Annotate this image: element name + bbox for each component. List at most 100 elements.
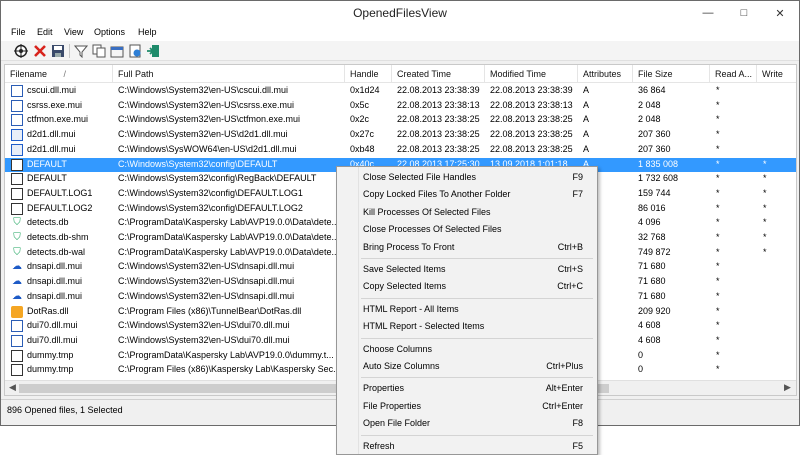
cell-created-time: 22.08.2013 23:38:39 — [397, 85, 480, 95]
properties-icon[interactable] — [109, 43, 125, 59]
filter-icon[interactable] — [73, 43, 89, 59]
cell-filename: dnsapi.dll.mui — [27, 276, 83, 287]
window-title: OpenedFilesView — [353, 6, 447, 20]
context-menu-item[interactable]: Copy Locked Files To Another Folder F7 — [337, 186, 597, 203]
save-icon[interactable] — [50, 43, 66, 59]
column-handle[interactable]: Handle — [345, 65, 392, 83]
menu-item-label: Properties — [363, 383, 405, 394]
cell-filename: dummy.tmp — [27, 349, 74, 360]
cell-file-size: 1 835 008 — [638, 158, 679, 169]
menu-bar: File Edit View Options Help — [1, 25, 799, 41]
scroll-right-icon[interactable]: ▶ — [784, 382, 791, 393]
cell-write-access: * — [763, 202, 767, 213]
context-menu-item[interactable]: Auto Size Columns Ctrl+Plus — [337, 358, 597, 375]
title-bar: OpenedFilesView — □ ✕ — [1, 1, 799, 25]
cell-handle: 0x2c — [350, 114, 370, 125]
context-menu-item[interactable]: Copy Selected Items Ctrl+C — [337, 278, 597, 295]
context-menu-item[interactable]: Close Processes Of Selected Files — [337, 221, 597, 238]
cell-file-size: 71 680 — [638, 261, 666, 272]
copy-icon[interactable] — [91, 43, 107, 59]
cell-write-access: * — [763, 246, 767, 257]
maximize-button[interactable]: □ — [727, 1, 761, 25]
cell-full-path: C:\Windows\System32\config\DEFAULT.LOG1 — [118, 187, 303, 198]
cell-attributes: A — [583, 129, 590, 140]
cell-modified-time: 22.08.2013 23:38:25 — [490, 143, 573, 154]
menu-options[interactable]: Options — [94, 27, 125, 37]
context-menu-item[interactable]: File Properties Ctrl+Enter — [337, 398, 597, 415]
context-menu-item[interactable]: Properties Alt+Enter — [337, 380, 597, 397]
cell-read-access: * — [716, 99, 720, 110]
menu-separator — [361, 337, 593, 339]
close-handles-icon[interactable] — [32, 43, 48, 59]
menu-separator — [361, 377, 593, 379]
cell-filename: DEFAULT.LOG1 — [27, 187, 93, 198]
context-menu-item[interactable]: Close Selected File Handles F9 — [337, 169, 597, 186]
table-row[interactable]: ctfmon.exe.mui C:\Windows\System32\en-US\… — [5, 113, 796, 128]
context-menu-item[interactable]: Bring Process To Front Ctrl+B — [337, 239, 597, 256]
context-menu-item[interactable]: HTML Report - Selected Items — [337, 318, 597, 335]
cell-handle: 0xb48 — [350, 143, 375, 154]
column-created-time[interactable]: Created Time — [392, 65, 485, 83]
toolbar — [1, 41, 799, 61]
cell-full-path: C:\Windows\System32\en-US\dnsapi.dll.mui — [118, 261, 295, 272]
cell-file-size: 159 744 — [638, 187, 671, 198]
cell-read-access: * — [716, 202, 720, 213]
exit-icon[interactable] — [145, 43, 161, 59]
menu-item-shortcut: Alt+Enter — [545, 383, 583, 394]
cell-filename: detects.db-shm — [27, 232, 89, 242]
column-write-access[interactable]: Write — [757, 65, 796, 83]
cell-read-access: * — [716, 305, 720, 316]
cell-filename: dummy.tmp — [27, 364, 74, 375]
html-report-icon[interactable] — [127, 43, 143, 59]
context-menu-item[interactable]: Kill Processes Of Selected Files — [337, 204, 597, 221]
cell-full-path: C:\Windows\System32\config\DEFAULT.LOG2 — [118, 202, 303, 213]
menu-item-shortcut: Ctrl+C — [557, 281, 583, 292]
cell-file-size: 4 608 — [638, 320, 661, 331]
cell-read-access: * — [716, 143, 720, 154]
column-read-access[interactable]: Read A... — [710, 65, 757, 83]
menu-file[interactable]: File — [11, 27, 26, 37]
bear-file-icon — [11, 305, 23, 318]
cell-filename: ctfmon.exe.mui — [27, 114, 89, 125]
dll-file-icon — [11, 143, 23, 156]
cell-full-path: C:\ProgramData\Kaspersky Lab\AVP19.0.0\D… — [118, 246, 339, 257]
cell-file-size: 209 920 — [638, 305, 671, 316]
context-menu-item[interactable]: HTML Report - All Items — [337, 301, 597, 318]
context-menu-item[interactable]: Refresh F5 — [337, 438, 597, 455]
table-row[interactable]: csrss.exe.mui C:\Windows\System32\en-US\c… — [5, 99, 796, 114]
menu-edit[interactable]: Edit — [37, 27, 53, 37]
table-row[interactable]: d2d1.dll.mui C:\Windows\SysWOW64\en-US\d2… — [5, 143, 796, 158]
context-menu-item[interactable]: Choose Columns — [337, 341, 597, 358]
context-menu-item[interactable]: Save Selected Items Ctrl+S — [337, 261, 597, 278]
cell-full-path: C:\Windows\System32\en-US\dnsapi.dll.mui — [118, 276, 295, 287]
cell-filename: d2d1.dll.mui — [27, 143, 76, 154]
cell-full-path: C:\Windows\System32\en-US\ctfmon.exe.mui — [118, 114, 301, 125]
cell-filename: DEFAULT — [27, 173, 67, 184]
target-icon[interactable] — [13, 43, 29, 59]
cell-attributes: A — [583, 99, 590, 110]
table-row[interactable]: cscui.dll.mui C:\Windows\System32\en-US\c… — [5, 84, 796, 99]
cell-full-path: C:\ProgramData\Kaspersky Lab\AVP19.0.0\D… — [118, 217, 339, 228]
cell-full-path: C:\Windows\System32\en-US\cscui.dll.mui — [118, 85, 289, 95]
cell-created-time: 22.08.2013 23:38:25 — [397, 143, 480, 154]
file-file-icon — [11, 349, 23, 362]
cell-modified-time: 22.08.2013 23:38:13 — [490, 99, 573, 110]
column-modified-time[interactable]: Modified Time — [485, 65, 578, 83]
cell-full-path: C:\Windows\System32\en-US\csrss.exe.mui — [118, 99, 295, 110]
minimize-button[interactable]: — — [691, 1, 725, 25]
column-attributes[interactable]: Attributes — [578, 65, 633, 83]
column-file-size[interactable]: File Size — [633, 65, 710, 83]
menu-help[interactable]: Help — [138, 27, 157, 37]
column-full-path[interactable]: Full Path — [113, 65, 345, 83]
menu-view[interactable]: View — [64, 27, 83, 37]
cell-filename: dui70.dll.mui — [27, 334, 78, 345]
close-button[interactable]: ✕ — [763, 1, 797, 25]
scroll-left-icon[interactable]: ◀ — [9, 382, 16, 393]
mui-file-icon — [11, 85, 23, 97]
status-text: 896 Opened files, 1 Selected — [7, 405, 123, 415]
table-row[interactable]: d2d1.dll.mui C:\Windows\System32\en-US\d2… — [5, 128, 796, 143]
column-filename[interactable]: Filename / — [5, 65, 113, 83]
context-menu-item[interactable]: Open File Folder F8 — [337, 415, 597, 432]
cell-filename: dnsapi.dll.mui — [27, 290, 83, 301]
cell-read-access: * — [716, 158, 720, 169]
